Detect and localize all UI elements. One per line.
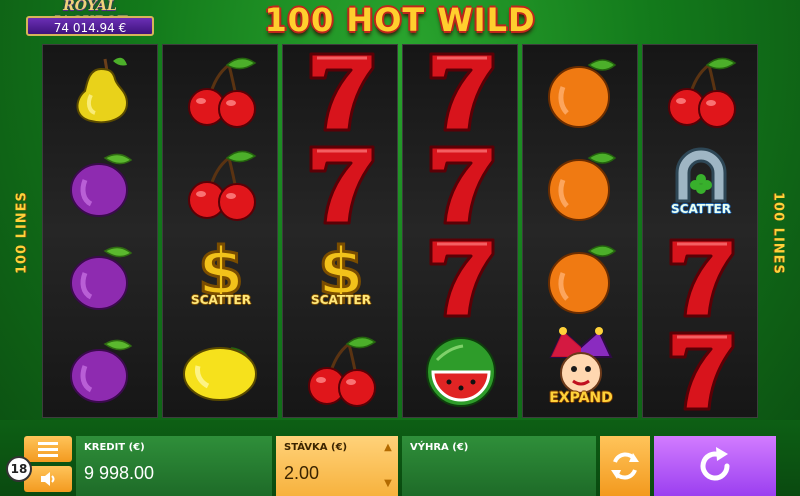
royal-jackpot: ROYAL JACKPOT 74 014.94 € (24, 0, 156, 40)
symbol-horseshoe-scatter: SCATTER (643, 138, 759, 230)
symbol-orange (523, 138, 639, 230)
symbol-seven (283, 45, 399, 137)
reel-1 (42, 44, 158, 418)
spin-button[interactable] (654, 436, 776, 496)
menu-icon (38, 442, 58, 457)
lemon-icon (183, 347, 257, 401)
symbol-cherry (283, 324, 399, 416)
credit-value: 9 998.00 (84, 463, 155, 483)
pear-icon (76, 57, 129, 124)
symbol-cherry (163, 138, 279, 230)
symbol-joker-expand: EXPAND (523, 324, 639, 416)
symbol-seven (403, 231, 519, 323)
age-restriction-badge: 18 (6, 456, 32, 482)
stake-panel[interactable]: STÁVKA (€) 2.00 ▲ ▼ (276, 436, 398, 496)
game-title: 100 HOT WILD (264, 1, 536, 39)
plum-icon (70, 153, 133, 217)
symbol-orange (523, 231, 639, 323)
symbol-seven (643, 324, 759, 416)
plum-icon (70, 339, 133, 403)
stake-label: STÁVKA (€) (284, 442, 348, 453)
orange-icon (548, 245, 617, 314)
seven-icon (309, 145, 375, 225)
horseshoe-scatter-icon (675, 147, 727, 203)
expand-label: EXPAND (549, 390, 613, 406)
win-panel: VÝHRA (€) (402, 436, 596, 496)
seven-icon (669, 238, 735, 318)
cherry-icon (188, 150, 257, 221)
win-label: VÝHRA (€) (410, 442, 469, 453)
orange-icon (548, 152, 617, 221)
symbol-dollar-scatter: $ SCATTER (163, 231, 279, 323)
reel-2: $ SCATTER (162, 44, 278, 418)
scatter-label: SCATTER (671, 202, 731, 216)
lines-label-right: 100 LINES (770, 191, 786, 275)
plum-icon (70, 246, 133, 310)
symbol-orange (523, 45, 639, 137)
symbol-seven (643, 231, 759, 323)
seven-icon (669, 331, 735, 411)
credit-label: KREDIT (€) (84, 442, 145, 453)
orange-icon (548, 59, 617, 128)
symbol-plum (43, 231, 159, 323)
credit-panel: KREDIT (€) 9 998.00 (76, 436, 272, 496)
symbol-seven (403, 138, 519, 230)
seven-icon (429, 145, 495, 225)
symbol-watermelon (403, 324, 519, 416)
stake-value: 2.00 (284, 463, 320, 483)
scatter-label: SCATTER (191, 293, 251, 307)
spin-icon (700, 447, 730, 481)
seven-icon (309, 52, 375, 132)
stake-stepper[interactable]: ▲ ▼ (382, 442, 394, 490)
reel-6: SCATTER (642, 44, 758, 418)
reel-4 (402, 44, 518, 418)
scatter-label: SCATTER (311, 293, 371, 307)
symbol-seven (403, 45, 519, 137)
symbol-lemon (163, 324, 279, 416)
lines-label-left: 100 LINES (14, 191, 30, 275)
reel-5: EXPAND (522, 44, 638, 418)
jackpot-amount: 74 014.94 € (26, 16, 154, 36)
seven-icon (429, 238, 495, 318)
stake-down-icon[interactable]: ▼ (384, 478, 392, 490)
seven-icon (429, 52, 495, 132)
symbol-plum (43, 324, 159, 416)
symbol-pear (43, 45, 159, 137)
stake-up-icon[interactable]: ▲ (384, 442, 392, 454)
slot-game: ROYAL JACKPOT 74 014.94 € 100 HOT WILD 1… (0, 0, 800, 496)
symbol-plum (43, 138, 159, 230)
symbol-cherry (163, 45, 279, 137)
watermelon-icon (426, 337, 496, 407)
autoplay-button[interactable] (600, 436, 650, 496)
speaker-icon (41, 472, 55, 486)
cherry-icon (308, 336, 377, 407)
cherry-icon (668, 57, 737, 128)
reel-3: $ SCATTER (282, 44, 398, 418)
symbol-dollar-scatter: $ SCATTER (283, 231, 399, 323)
autoplay-icon (611, 452, 639, 480)
symbol-seven (283, 138, 399, 230)
cherry-icon (188, 57, 257, 128)
joker-expand-icon (549, 327, 613, 394)
symbol-cherry (643, 45, 759, 137)
menu-button[interactable] (24, 436, 72, 462)
